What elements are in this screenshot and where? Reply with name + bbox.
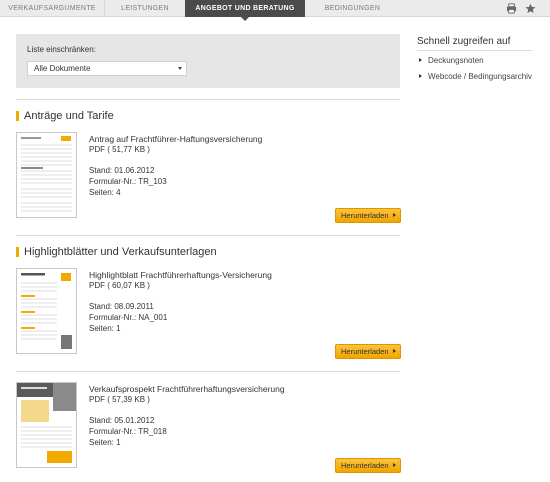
top-tab-bar: VERKAUFSARGUMENTE LEISTUNGEN ANGEBOT UND… xyxy=(0,0,550,21)
document-stand: Stand: 01.06.2012 xyxy=(89,166,155,175)
section-heading-antraege: Anträge und Tarife xyxy=(16,110,114,122)
download-button[interactable]: Herunterladen xyxy=(335,344,401,359)
arrow-right-icon xyxy=(393,213,396,217)
document-thumbnail[interactable] xyxy=(16,132,77,218)
sidebar-item-deckungsnoten[interactable]: Deckungsnoten xyxy=(419,56,484,65)
document-seiten: Seiten: 1 xyxy=(89,438,121,447)
section-heading-highlightblaetter: Highlightblätter und Verkaufsunterlagen xyxy=(16,246,217,258)
download-button-label: Herunterladen xyxy=(341,347,389,356)
download-button-label: Herunterladen xyxy=(341,461,389,470)
download-button[interactable]: Herunterladen xyxy=(335,208,401,223)
document-filter-select[interactable]: Alle Dokumente xyxy=(27,61,187,76)
document-format: PDF ( 60,07 KB ) xyxy=(89,281,150,290)
formular-label: Formular-Nr.: xyxy=(89,177,137,186)
formular-label: Formular-Nr.: xyxy=(89,313,137,322)
formular-number: TR_018 xyxy=(138,427,167,436)
document-formular: Formular-Nr.: TR_103 xyxy=(89,177,167,186)
filter-panel: Liste einschränken: Alle Dokumente xyxy=(16,34,400,88)
section-divider xyxy=(16,99,400,100)
document-thumbnail[interactable] xyxy=(16,382,77,468)
item-divider xyxy=(16,371,400,372)
star-icon[interactable] xyxy=(525,3,536,14)
document-title[interactable]: Antrag auf Frachtführer-Haftungsversiche… xyxy=(89,134,262,144)
chevron-down-icon xyxy=(178,67,182,70)
document-thumbnail[interactable] xyxy=(16,268,77,354)
document-formular: Formular-Nr.: NA_001 xyxy=(89,313,167,322)
document-title[interactable]: Highlightblatt Frachtführerhaftungs-Vers… xyxy=(89,270,272,280)
filter-label: Liste einschränken: xyxy=(27,45,96,54)
tab-leistungen[interactable]: LEISTUNGEN xyxy=(105,0,185,17)
document-seiten: Seiten: 4 xyxy=(89,188,121,197)
document-title[interactable]: Verkaufsprospekt Frachtführerhaftungsver… xyxy=(89,384,285,394)
arrow-right-icon xyxy=(419,58,422,62)
sidebar-item-label: Deckungsnoten xyxy=(428,56,484,65)
download-button[interactable]: Herunterladen xyxy=(335,458,401,473)
download-button-label: Herunterladen xyxy=(341,211,389,220)
document-stand: Stand: 05.01.2012 xyxy=(89,416,155,425)
sidebar-divider xyxy=(417,50,532,51)
document-format: PDF ( 57,39 KB ) xyxy=(89,395,150,404)
quick-access-title: Schnell zugreifen auf xyxy=(417,36,511,47)
tab-angebot-und-beratung[interactable]: ANGEBOT UND BERATUNG xyxy=(185,0,305,21)
document-seiten: Seiten: 1 xyxy=(89,324,121,333)
sidebar-item-label: Webcode / Bedingungsarchiv xyxy=(428,72,532,81)
print-icon[interactable] xyxy=(506,3,517,14)
arrow-right-icon xyxy=(393,349,396,353)
tab-bedingungen[interactable]: BEDINGUNGEN xyxy=(305,0,400,17)
arrow-right-icon xyxy=(419,74,422,78)
document-formular: Formular-Nr.: TR_018 xyxy=(89,427,167,436)
document-filter-value: Alle Dokumente xyxy=(34,64,91,73)
arrow-right-icon xyxy=(393,463,396,467)
formular-label: Formular-Nr.: xyxy=(89,427,137,436)
formular-number: NA_001 xyxy=(138,313,168,322)
formular-number: TR_103 xyxy=(138,177,167,186)
sidebar-item-webcode[interactable]: Webcode / Bedingungsarchiv xyxy=(419,72,532,81)
tab-verkaufsargumente[interactable]: VERKAUFSARGUMENTE xyxy=(0,0,105,17)
section-divider xyxy=(16,235,400,236)
document-format: PDF ( 51,77 KB ) xyxy=(89,145,150,154)
document-stand: Stand: 08.09.2011 xyxy=(89,302,154,311)
